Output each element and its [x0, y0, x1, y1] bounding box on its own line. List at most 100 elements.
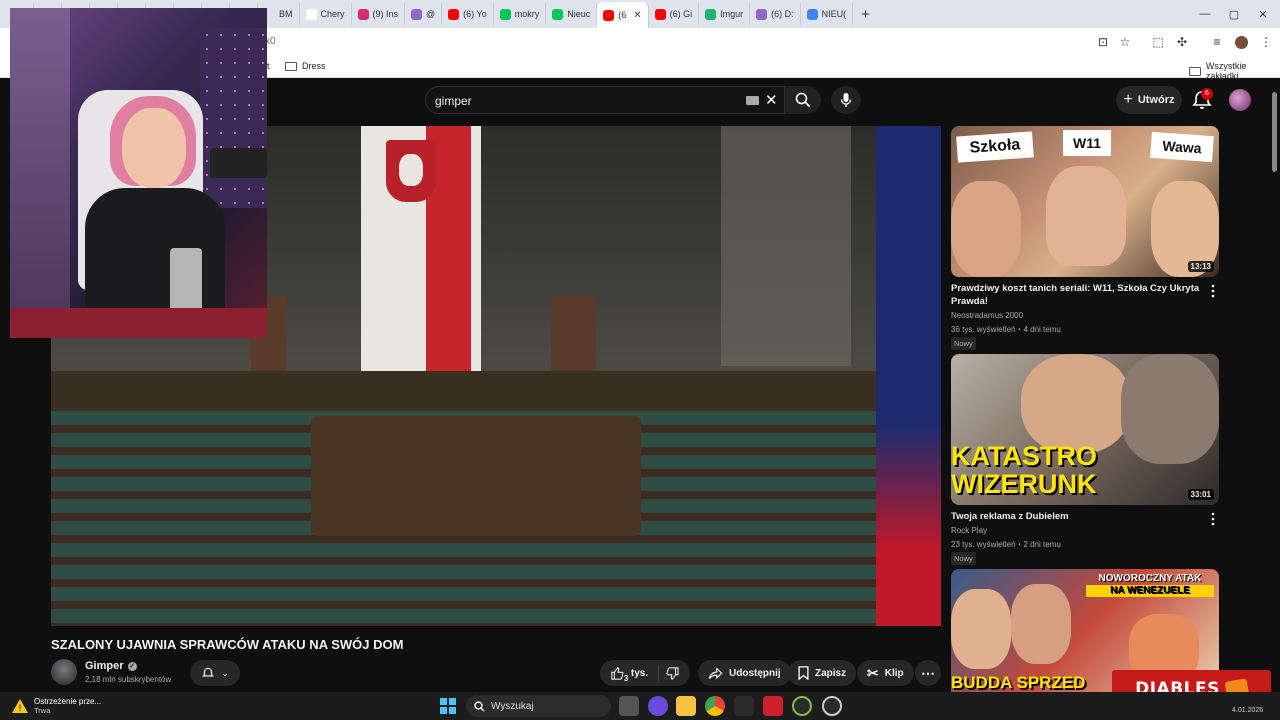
more-actions-button[interactable]: ⋯ [915, 660, 941, 686]
thumb-text: NOWOROCZNY ATAK NA WENEZUELE [1086, 573, 1214, 597]
recommendation-thumbnail[interactable]: KATASTRO WIZERUNK 33:01 [951, 354, 1219, 505]
notification-subtitle: Trwa [34, 706, 51, 715]
chevron-down-icon: ⌄ [221, 667, 229, 678]
save-button[interactable]: Zapisz [788, 660, 857, 686]
account-avatar[interactable] [1229, 89, 1251, 111]
app-icon[interactable] [734, 696, 754, 716]
video-title: SZALONY UJAWNIA SPRAWCÓW ATAKU NA SWÓJ D… [51, 637, 404, 652]
browser-tab[interactable]: NIEU( [801, 3, 854, 25]
tab-favicon-icon [305, 8, 317, 20]
voice-search-button[interactable] [831, 86, 861, 114]
bookmark-folder-all[interactable]: Wszystkie zakładki [1189, 61, 1280, 81]
app-icon[interactable] [792, 696, 812, 716]
tab-label: NIEU( [821, 9, 847, 19]
profile-avatar[interactable] [1233, 34, 1249, 50]
thumbs-up-icon[interactable] [610, 666, 625, 681]
tab-label: (9) Ins [372, 9, 399, 19]
rostrum [311, 416, 641, 536]
tab-label: (6) Gi [669, 9, 693, 19]
notification-widget[interactable]: ! Ostrzeżenie prze... Trwa [12, 692, 101, 720]
channel-name[interactable]: Gimper ✓ [85, 660, 137, 672]
browser-tab[interactable]: mokry [494, 3, 547, 25]
curtain [10, 8, 70, 338]
app-icon[interactable] [763, 696, 783, 716]
new-badge: Nowy [951, 552, 976, 565]
search-input[interactable]: gimper ✕ [425, 86, 785, 114]
scissors-icon: ✂ [867, 664, 879, 681]
browser-tab[interactable]: (9) Ins [352, 3, 406, 25]
extension-icon[interactable]: ⬚ [1150, 34, 1166, 50]
search-button[interactable] [785, 86, 821, 114]
like-dislike-group: 3 tys. [600, 660, 690, 686]
browser-tab[interactable]: (6 ✕ [597, 2, 649, 28]
notification-count-badge: 6 [1201, 88, 1213, 100]
warning-icon: ! [12, 699, 28, 713]
eagle [399, 154, 423, 186]
os-taskbar: ! Ostrzeżenie prze... Trwa Wyszukaj [0, 692, 1280, 720]
share-button[interactable]: Udostępnij [698, 660, 791, 686]
bookmark-star-icon[interactable]: ☆ [1117, 34, 1133, 50]
create-button[interactable]: + Utwórz [1116, 86, 1182, 114]
channel-avatar[interactable] [51, 659, 77, 685]
discord-icon[interactable] [648, 696, 668, 716]
tab-label: (6) D: [771, 9, 794, 19]
cup [170, 248, 202, 313]
notifications-subscription-button[interactable]: ⌄ [190, 660, 240, 686]
tab-label: Chery [320, 9, 345, 19]
folder-icon [1189, 66, 1201, 76]
install-app-icon[interactable]: ⊡ [1095, 34, 1111, 50]
browser-tab[interactable]: Imgur [699, 3, 751, 25]
more-vertical-icon[interactable] [1208, 284, 1218, 298]
start-button[interactable] [440, 698, 456, 714]
more-horizontal-icon: ⋯ [921, 664, 935, 681]
browser-tab[interactable]: Chery [300, 3, 352, 25]
close-tab-icon[interactable]: ✕ [633, 10, 641, 21]
bookmark-folder-dress[interactable]: Dress [285, 61, 326, 71]
thumb-face [951, 181, 1021, 277]
thumb-text: Wawa [1150, 131, 1214, 163]
browser-tab[interactable]: (6) Yo [442, 3, 494, 25]
thumb-face [1011, 584, 1071, 664]
bell-ring-icon [202, 667, 215, 677]
browser-tab[interactable]: @ [405, 3, 443, 25]
bookmark-icon [798, 666, 809, 680]
browser-menu-icon[interactable]: ⋮ [1258, 34, 1274, 50]
browser-tab[interactable]: (6) D: [750, 3, 801, 25]
browser-tab[interactable]: Nieuc [546, 3, 598, 25]
thumb-text: W11 [1063, 130, 1111, 156]
thumb-text: Szkoła [956, 131, 1034, 163]
webcam-overlay [10, 8, 267, 338]
christmas-tree-lights [200, 28, 267, 208]
recommendation-title[interactable]: Twoja reklama z Dubielem [951, 510, 1201, 523]
clip-button[interactable]: ✂ Klip [857, 660, 914, 686]
puzzle-icon[interactable]: ✣ [1174, 34, 1190, 50]
more-vertical-icon[interactable] [1208, 512, 1218, 526]
media-controls-icon[interactable]: ≡ [1209, 34, 1225, 50]
recommendation-title[interactable]: Prawdziwy koszt tanich seriali: W11, Szk… [951, 282, 1201, 308]
tab-favicon-icon [705, 8, 717, 20]
tab-label: (6) Yo [463, 9, 487, 19]
recommendation-thumbnail[interactable]: Szkoła W11 Wawa 13:13 [951, 126, 1219, 277]
file-explorer-icon[interactable] [676, 696, 696, 716]
recommendation-channel[interactable]: Neostradamus 2000 [951, 311, 1023, 320]
close-window-icon[interactable]: ✕ [1246, 0, 1280, 28]
task-view-icon[interactable] [619, 696, 639, 716]
scrollbar-thumb[interactable] [1272, 92, 1277, 172]
tab-favicon-icon [499, 8, 511, 20]
thumbs-down-icon[interactable] [665, 666, 680, 681]
thumb-text: KATASTRO WIZERUNK [951, 441, 1097, 499]
new-badge: Nowy [951, 337, 976, 350]
tab-label: BM [279, 9, 293, 19]
folder-icon [285, 61, 297, 71]
clear-search-icon[interactable]: ✕ [765, 91, 778, 109]
chrome-icon[interactable] [705, 696, 725, 716]
new-tab-button[interactable]: + [853, 6, 878, 23]
video-duration: 33:01 [1187, 489, 1214, 500]
browser-tab[interactable]: (6) Gi [649, 3, 700, 25]
like-count: 3 tys. [623, 667, 649, 683]
taskbar-search-input[interactable]: Wyszukaj [466, 695, 611, 717]
recommendation-channel[interactable]: Rock Play [951, 526, 987, 535]
pillar [721, 126, 851, 366]
obs-icon[interactable] [822, 696, 842, 716]
keyboard-icon[interactable] [746, 96, 759, 105]
